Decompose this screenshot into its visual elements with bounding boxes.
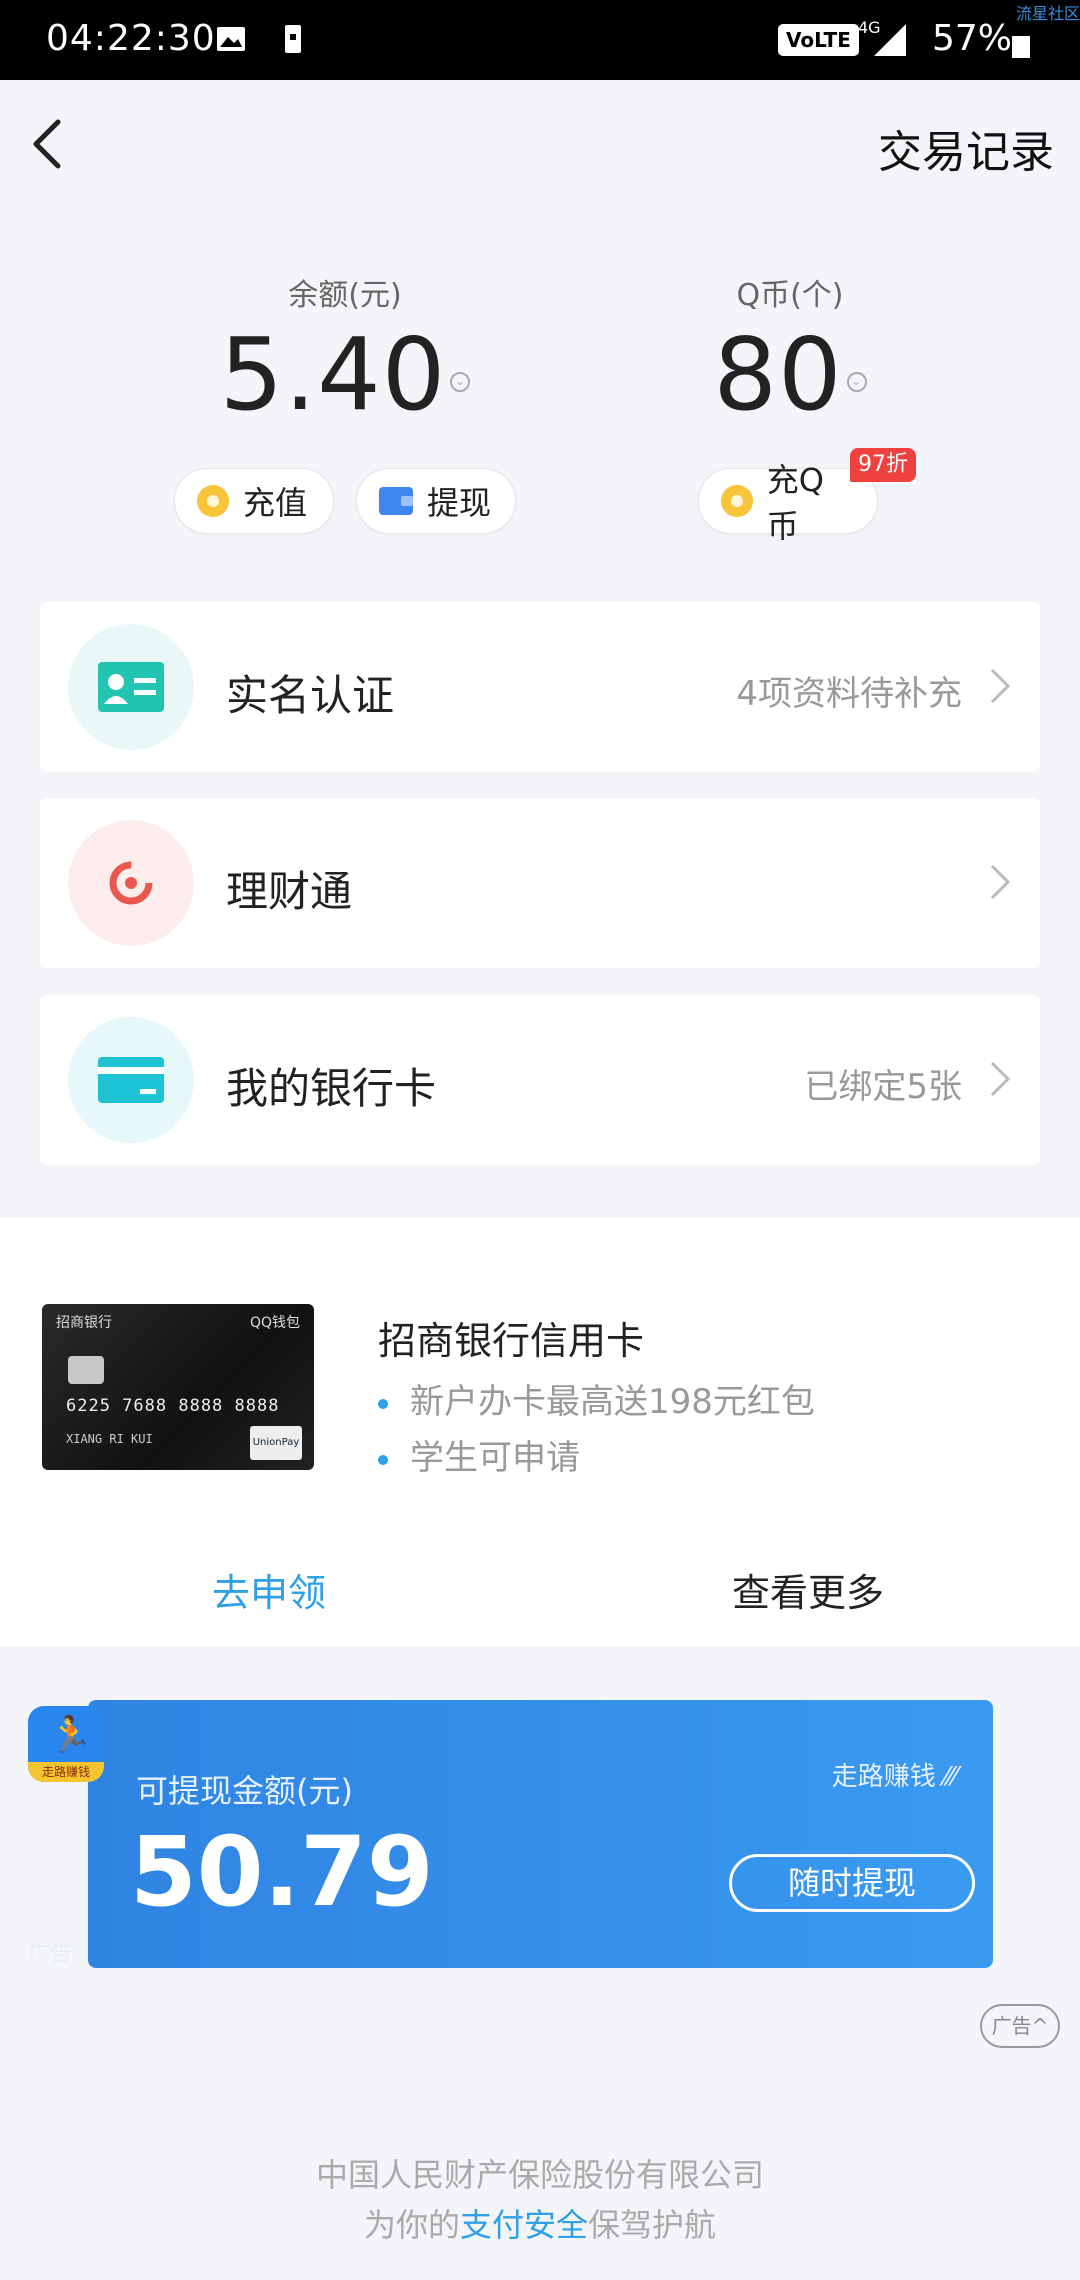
ad-toggle-button[interactable]: 广告^ [980,2004,1060,2048]
footer-highlight[interactable]: 支付安全 [460,2206,588,2244]
finance-icon [68,820,194,946]
top-nav: 交易记录 [0,80,1080,210]
status-time: 04:22:30 [46,18,216,59]
volte-indicator: VoLTE [778,24,859,56]
walk-app-icon: 🏃 走路赚钱 [28,1706,104,1782]
withdraw-button[interactable]: 提现 [356,468,516,534]
card-wallet-name: QQ钱包 [249,1315,300,1331]
footer-suffix: 保驾护航 [588,2206,717,2244]
apply-button[interactable]: 去申领 [212,1562,326,1617]
menu-subtitle: 已绑定5张 [804,1067,962,1107]
card-number: 6225 7688 8888 8888 [66,1396,280,1416]
chevron-right-icon [990,1061,1011,1097]
menu-title: 理财通 [226,867,353,916]
discount-badge: 97折 [850,448,916,482]
image-notification-icon [217,27,245,51]
menu-item-bank-cards[interactable]: 我的银行卡 已绑定5张 [40,995,1040,1165]
promo-bullet-text: 新户办卡最高送198元红包 [410,1382,815,1422]
footer-slogan: 为你的支付安全保驾护航 [0,2200,1080,2246]
qcoin-icon [721,485,753,517]
balance-section: 余额(元) 5.40 ⌄ [155,270,535,430]
card-chip [68,1356,104,1384]
phone-notification-icon [285,25,301,53]
back-icon[interactable] [14,108,84,178]
battery-percent: 57% [932,18,1013,59]
qcoin-section: Q币(个) 80 ⌄ [600,270,980,430]
withdraw-anytime-button[interactable]: 随时提现 [729,1854,975,1912]
balance-value[interactable]: 5.40 ⌄ [155,320,535,430]
menu-item-licaitong[interactable]: 理财通 [40,798,1040,968]
menu-subtitle: 4项资料待补充 [736,674,962,714]
card-bank-name: 招商银行 [56,1315,112,1331]
promo-bullet-text: 学生可申请 [410,1438,580,1478]
bank-card-icon [68,1017,194,1143]
withdrawable-amount: 50.79 [130,1816,434,1928]
menu-item-real-name[interactable]: 实名认证 4项资料待补充 [40,602,1040,772]
runner-icon: 🏃 [48,1715,93,1756]
qcoin-label: Q币(个) [736,278,844,313]
unionpay-logo: UnionPay [250,1426,302,1460]
promo-title: 招商银行信用卡 [378,1319,645,1363]
qcoin-amount: 80 [713,316,843,433]
ad-tagline: 走路赚钱 ⁄⁄⁄ [831,1762,957,1792]
chevron-right-icon [990,864,1011,900]
recharge-label: 充值 [243,484,308,522]
yuan-coin-icon [197,485,229,517]
menu-title: 我的银行卡 [226,1064,437,1113]
status-bar: 04:22:30 VoLTE 4G 57% 流星社区 [0,0,1080,80]
footer-prefix: 为你的 [363,2206,460,2244]
wallet-icon [379,487,413,515]
menu-title: 实名认证 [226,671,395,720]
chevron-right-icon [990,668,1011,704]
card-holder: XIANG RI KUI [66,1432,153,1446]
promo-bullet: 新户办卡最高送198元红包 [378,1374,815,1423]
signal-icon [874,24,906,56]
footer-company: 中国人民财产保险股份有限公司 [315,2156,764,2194]
balance-label: 余额(元) [288,278,402,313]
transaction-history-link[interactable]: 交易记录 [878,116,1054,180]
chevron-down-icon: ⌄ [846,371,867,392]
qcoin-value[interactable]: 80 ⌄ [600,320,980,430]
recharge-button[interactable]: 充值 [174,468,334,534]
battery-icon [1012,36,1030,58]
promo-bullet: 学生可申请 [378,1430,580,1479]
balance-amount: 5.40 [219,316,447,433]
credit-card-promo: 招商银行 QQ钱包 6225 7688 8888 8888 XIANG RI K… [0,1218,1080,1646]
withdraw-label: 提现 [427,484,492,522]
recharge-qcoin-label: 充Q币 [766,461,824,545]
id-card-icon [68,624,194,750]
watermark: 流星社区 [1015,4,1080,23]
chevron-down-icon: ⌄ [450,371,471,392]
withdrawable-label: 可提现金额(元) [136,1772,353,1810]
app-icon-tag: 走路赚钱 [28,1762,104,1782]
see-more-button[interactable]: 查看更多 [732,1562,884,1617]
ad-label: 广告 [28,1942,73,1967]
walk-earn-ad-banner[interactable]: 可提现金额(元) 50.79 走路赚钱 ⁄⁄⁄ 随时提现 [88,1700,993,1968]
credit-card-image[interactable]: 招商银行 QQ钱包 6225 7688 8888 8888 XIANG RI K… [42,1304,314,1470]
